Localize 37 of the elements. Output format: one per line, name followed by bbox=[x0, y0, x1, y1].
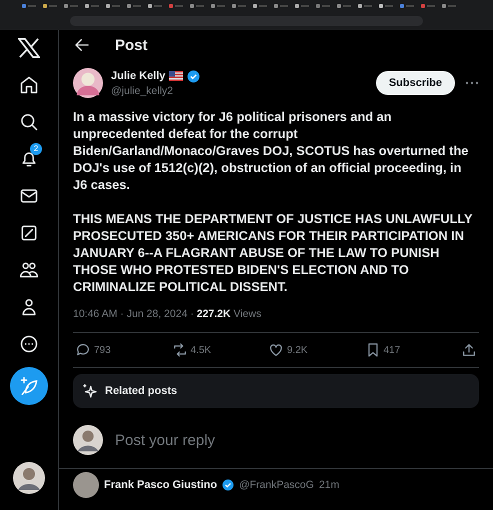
compose-button[interactable] bbox=[10, 367, 48, 405]
reply-field[interactable]: Post your reply bbox=[113, 430, 479, 450]
user-avatar[interactable] bbox=[73, 425, 103, 455]
slash-square-icon[interactable] bbox=[19, 223, 39, 243]
sparkle-icon bbox=[81, 382, 99, 400]
reply-author-name[interactable]: Frank Pasco Giustino bbox=[104, 479, 218, 491]
repost-icon bbox=[172, 342, 188, 358]
search-icon[interactable] bbox=[19, 112, 39, 132]
share-button[interactable] bbox=[461, 342, 477, 358]
repost-button[interactable]: 4.5K bbox=[172, 342, 242, 358]
back-arrow-icon[interactable] bbox=[73, 36, 91, 54]
speech-bubble-icon bbox=[75, 342, 91, 358]
user-avatar[interactable] bbox=[13, 462, 45, 494]
reply-author-handle[interactable]: @FrankPascoG bbox=[239, 479, 314, 491]
home-icon[interactable] bbox=[19, 75, 39, 95]
x-logo-icon[interactable] bbox=[18, 38, 40, 58]
page-title: Post bbox=[115, 36, 148, 54]
post-text: THIS MEANS THE DEPARTMENT OF JUSTICE HAS UNLAWFULLY PROSECUTED 350+ AMERICANS FOR THEIR PARTICIPATION IN JANUARY 6--A FLAGRANT ABUSE OF THE LAW TO PUNISH THOSE WHO PROTESTED BIDEN'S ELECTION AND TO CRIMINALIZE POLITICAL DISSENT. bbox=[73, 210, 474, 295]
reply-button[interactable]: 793 bbox=[75, 342, 145, 358]
subscribe-button[interactable]: Subscribe bbox=[376, 71, 455, 95]
people-icon[interactable] bbox=[19, 260, 39, 280]
avatar[interactable] bbox=[73, 472, 99, 498]
related-posts-button[interactable]: Related posts bbox=[73, 374, 479, 408]
share-icon bbox=[461, 342, 477, 358]
bookmark-button[interactable]: 417 bbox=[364, 342, 434, 358]
avatar[interactable] bbox=[73, 68, 103, 98]
flag-icon bbox=[169, 71, 184, 81]
author-handle[interactable]: @julie_kelly2 bbox=[111, 84, 368, 96]
like-button[interactable]: 9.2K bbox=[268, 342, 338, 358]
heart-icon bbox=[268, 342, 284, 358]
author-name[interactable]: Julie Kelly bbox=[111, 70, 166, 82]
reply-time: 21m bbox=[318, 479, 340, 491]
more-icon[interactable] bbox=[19, 334, 39, 354]
post-text: In a massive victory for J6 political prisoners and an unprecedented defeat for the corrupt Biden/Garland/Monaco/Graves DOJ, SCOTUS has overturned the DOJ's use of 1512(c)(2), obstruction of an official proceeding, in J6 cases. bbox=[73, 108, 470, 193]
post-timestamp: 10:46 AM · Jun 28, 2024 · 227.2K Views bbox=[73, 308, 479, 333]
feather-icon bbox=[19, 376, 39, 396]
notification-badge: 2 bbox=[30, 143, 42, 155]
